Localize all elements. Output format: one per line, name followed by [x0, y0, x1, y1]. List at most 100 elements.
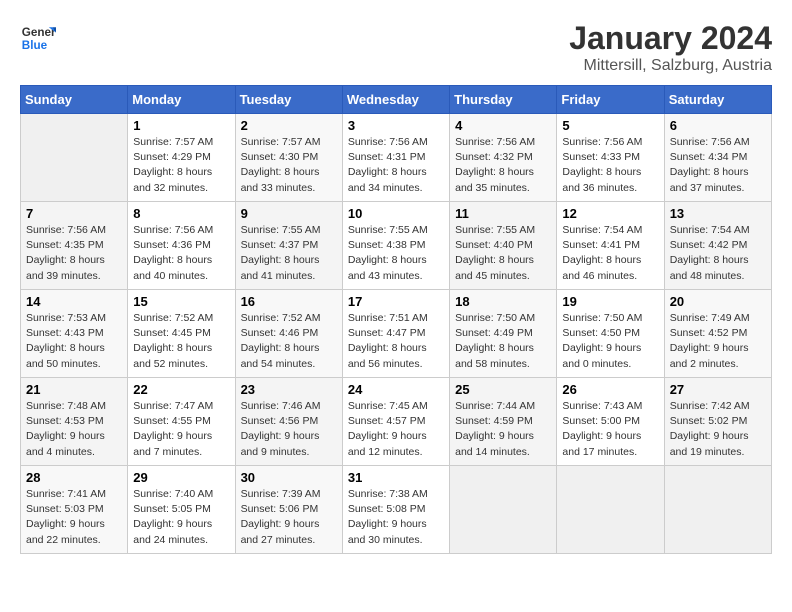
calendar-cell: 23 Sunrise: 7:46 AM Sunset: 4:56 PM Dayli… [235, 378, 342, 466]
day-number: 22 [133, 382, 229, 397]
day-number: 24 [348, 382, 444, 397]
calendar-cell: 7 Sunrise: 7:56 AM Sunset: 4:35 PM Daylig… [21, 202, 128, 290]
header-friday: Friday [557, 86, 664, 114]
day-number: 17 [348, 294, 444, 309]
calendar-cell: 8 Sunrise: 7:56 AM Sunset: 4:36 PM Daylig… [128, 202, 235, 290]
calendar-cell: 29 Sunrise: 7:40 AM Sunset: 5:05 PM Dayli… [128, 466, 235, 554]
header-thursday: Thursday [450, 86, 557, 114]
day-info: Sunrise: 7:50 AM Sunset: 4:50 PM Dayligh… [562, 311, 658, 372]
day-info: Sunrise: 7:52 AM Sunset: 4:46 PM Dayligh… [241, 311, 337, 372]
day-number: 18 [455, 294, 551, 309]
title-section: January 2024 Mittersill, Salzburg, Austr… [569, 20, 772, 75]
day-number: 5 [562, 118, 658, 133]
calendar-cell: 5 Sunrise: 7:56 AM Sunset: 4:33 PM Daylig… [557, 114, 664, 202]
calendar-cell: 9 Sunrise: 7:55 AM Sunset: 4:37 PM Daylig… [235, 202, 342, 290]
day-info: Sunrise: 7:56 AM Sunset: 4:35 PM Dayligh… [26, 223, 122, 284]
calendar-cell: 15 Sunrise: 7:52 AM Sunset: 4:45 PM Dayli… [128, 290, 235, 378]
day-info: Sunrise: 7:54 AM Sunset: 4:41 PM Dayligh… [562, 223, 658, 284]
logo-icon: General Blue [20, 20, 56, 56]
day-number: 19 [562, 294, 658, 309]
day-info: Sunrise: 7:49 AM Sunset: 4:52 PM Dayligh… [670, 311, 766, 372]
day-info: Sunrise: 7:57 AM Sunset: 4:29 PM Dayligh… [133, 135, 229, 196]
calendar-cell: 14Sunrise: 7:53 AM Sunset: 4:43 PM Dayli… [21, 290, 128, 378]
calendar-cell: 6 Sunrise: 7:56 AM Sunset: 4:34 PM Daylig… [664, 114, 771, 202]
calendar-cell: 26 Sunrise: 7:43 AM Sunset: 5:00 PM Dayli… [557, 378, 664, 466]
calendar-cell: 24 Sunrise: 7:45 AM Sunset: 4:57 PM Dayli… [342, 378, 449, 466]
calendar-cell [557, 466, 664, 554]
day-info: Sunrise: 7:56 AM Sunset: 4:34 PM Dayligh… [670, 135, 766, 196]
calendar-week-3: 14Sunrise: 7:53 AM Sunset: 4:43 PM Dayli… [21, 290, 772, 378]
day-number: 1 [133, 118, 229, 133]
calendar-week-1: 1 Sunrise: 7:57 AM Sunset: 4:29 PM Daylig… [21, 114, 772, 202]
calendar-cell: 3Sunrise: 7:56 AM Sunset: 4:31 PM Daylig… [342, 114, 449, 202]
calendar-cell: 25Sunrise: 7:44 AM Sunset: 4:59 PM Dayli… [450, 378, 557, 466]
day-number: 13 [670, 206, 766, 221]
calendar-cell: 18Sunrise: 7:50 AM Sunset: 4:49 PM Dayli… [450, 290, 557, 378]
day-number: 9 [241, 206, 337, 221]
calendar-cell: 21 Sunrise: 7:48 AM Sunset: 4:53 PM Dayli… [21, 378, 128, 466]
calendar-week-2: 7 Sunrise: 7:56 AM Sunset: 4:35 PM Daylig… [21, 202, 772, 290]
calendar-cell: 1 Sunrise: 7:57 AM Sunset: 4:29 PM Daylig… [128, 114, 235, 202]
day-info: Sunrise: 7:56 AM Sunset: 4:36 PM Dayligh… [133, 223, 229, 284]
day-number: 10 [348, 206, 444, 221]
day-number: 27 [670, 382, 766, 397]
calendar-cell: 20 Sunrise: 7:49 AM Sunset: 4:52 PM Dayli… [664, 290, 771, 378]
header-wednesday: Wednesday [342, 86, 449, 114]
header-tuesday: Tuesday [235, 86, 342, 114]
day-number: 28 [26, 470, 122, 485]
day-info: Sunrise: 7:56 AM Sunset: 4:32 PM Dayligh… [455, 135, 551, 196]
day-info: Sunrise: 7:43 AM Sunset: 5:00 PM Dayligh… [562, 399, 658, 460]
day-number: 7 [26, 206, 122, 221]
day-info: Sunrise: 7:56 AM Sunset: 4:33 PM Dayligh… [562, 135, 658, 196]
day-info: Sunrise: 7:55 AM Sunset: 4:37 PM Dayligh… [241, 223, 337, 284]
day-info: Sunrise: 7:46 AM Sunset: 4:56 PM Dayligh… [241, 399, 337, 460]
day-info: Sunrise: 7:38 AM Sunset: 5:08 PM Dayligh… [348, 487, 444, 548]
day-info: Sunrise: 7:45 AM Sunset: 4:57 PM Dayligh… [348, 399, 444, 460]
header-monday: Monday [128, 86, 235, 114]
calendar-cell: 12Sunrise: 7:54 AM Sunset: 4:41 PM Dayli… [557, 202, 664, 290]
header-sunday: Sunday [21, 86, 128, 114]
calendar-cell: 16Sunrise: 7:52 AM Sunset: 4:46 PM Dayli… [235, 290, 342, 378]
day-info: Sunrise: 7:54 AM Sunset: 4:42 PM Dayligh… [670, 223, 766, 284]
day-number: 23 [241, 382, 337, 397]
calendar-cell: 4 Sunrise: 7:56 AM Sunset: 4:32 PM Daylig… [450, 114, 557, 202]
calendar-cell: 10 Sunrise: 7:55 AM Sunset: 4:38 PM Dayli… [342, 202, 449, 290]
day-number: 8 [133, 206, 229, 221]
calendar-cell: 13 Sunrise: 7:54 AM Sunset: 4:42 PM Dayli… [664, 202, 771, 290]
calendar-week-5: 28Sunrise: 7:41 AM Sunset: 5:03 PM Dayli… [21, 466, 772, 554]
day-number: 29 [133, 470, 229, 485]
day-number: 21 [26, 382, 122, 397]
calendar-cell: 11Sunrise: 7:55 AM Sunset: 4:40 PM Dayli… [450, 202, 557, 290]
calendar-cell: 19 Sunrise: 7:50 AM Sunset: 4:50 PM Dayli… [557, 290, 664, 378]
svg-text:Blue: Blue [22, 39, 48, 52]
calendar-cell: 22 Sunrise: 7:47 AM Sunset: 4:55 PM Dayli… [128, 378, 235, 466]
calendar-cell [450, 466, 557, 554]
calendar-header-row: SundayMondayTuesdayWednesdayThursdayFrid… [21, 86, 772, 114]
day-number: 25 [455, 382, 551, 397]
day-info: Sunrise: 7:57 AM Sunset: 4:30 PM Dayligh… [241, 135, 337, 196]
calendar-cell: 2 Sunrise: 7:57 AM Sunset: 4:30 PM Daylig… [235, 114, 342, 202]
logo: General Blue [20, 20, 56, 56]
day-number: 26 [562, 382, 658, 397]
main-title: January 2024 [569, 20, 772, 57]
calendar-cell: 28Sunrise: 7:41 AM Sunset: 5:03 PM Dayli… [21, 466, 128, 554]
calendar-cell [664, 466, 771, 554]
day-info: Sunrise: 7:40 AM Sunset: 5:05 PM Dayligh… [133, 487, 229, 548]
day-info: Sunrise: 7:39 AM Sunset: 5:06 PM Dayligh… [241, 487, 337, 548]
day-info: Sunrise: 7:53 AM Sunset: 4:43 PM Dayligh… [26, 311, 122, 372]
day-number: 2 [241, 118, 337, 133]
day-info: Sunrise: 7:55 AM Sunset: 4:38 PM Dayligh… [348, 223, 444, 284]
day-info: Sunrise: 7:48 AM Sunset: 4:53 PM Dayligh… [26, 399, 122, 460]
day-info: Sunrise: 7:47 AM Sunset: 4:55 PM Dayligh… [133, 399, 229, 460]
day-number: 31 [348, 470, 444, 485]
day-number: 15 [133, 294, 229, 309]
day-number: 20 [670, 294, 766, 309]
calendar-cell: 27Sunrise: 7:42 AM Sunset: 5:02 PM Dayli… [664, 378, 771, 466]
subtitle: Mittersill, Salzburg, Austria [569, 57, 772, 75]
day-info: Sunrise: 7:52 AM Sunset: 4:45 PM Dayligh… [133, 311, 229, 372]
calendar-cell: 31 Sunrise: 7:38 AM Sunset: 5:08 PM Dayli… [342, 466, 449, 554]
calendar-cell: 17Sunrise: 7:51 AM Sunset: 4:47 PM Dayli… [342, 290, 449, 378]
day-number: 4 [455, 118, 551, 133]
day-number: 6 [670, 118, 766, 133]
day-number: 3 [348, 118, 444, 133]
